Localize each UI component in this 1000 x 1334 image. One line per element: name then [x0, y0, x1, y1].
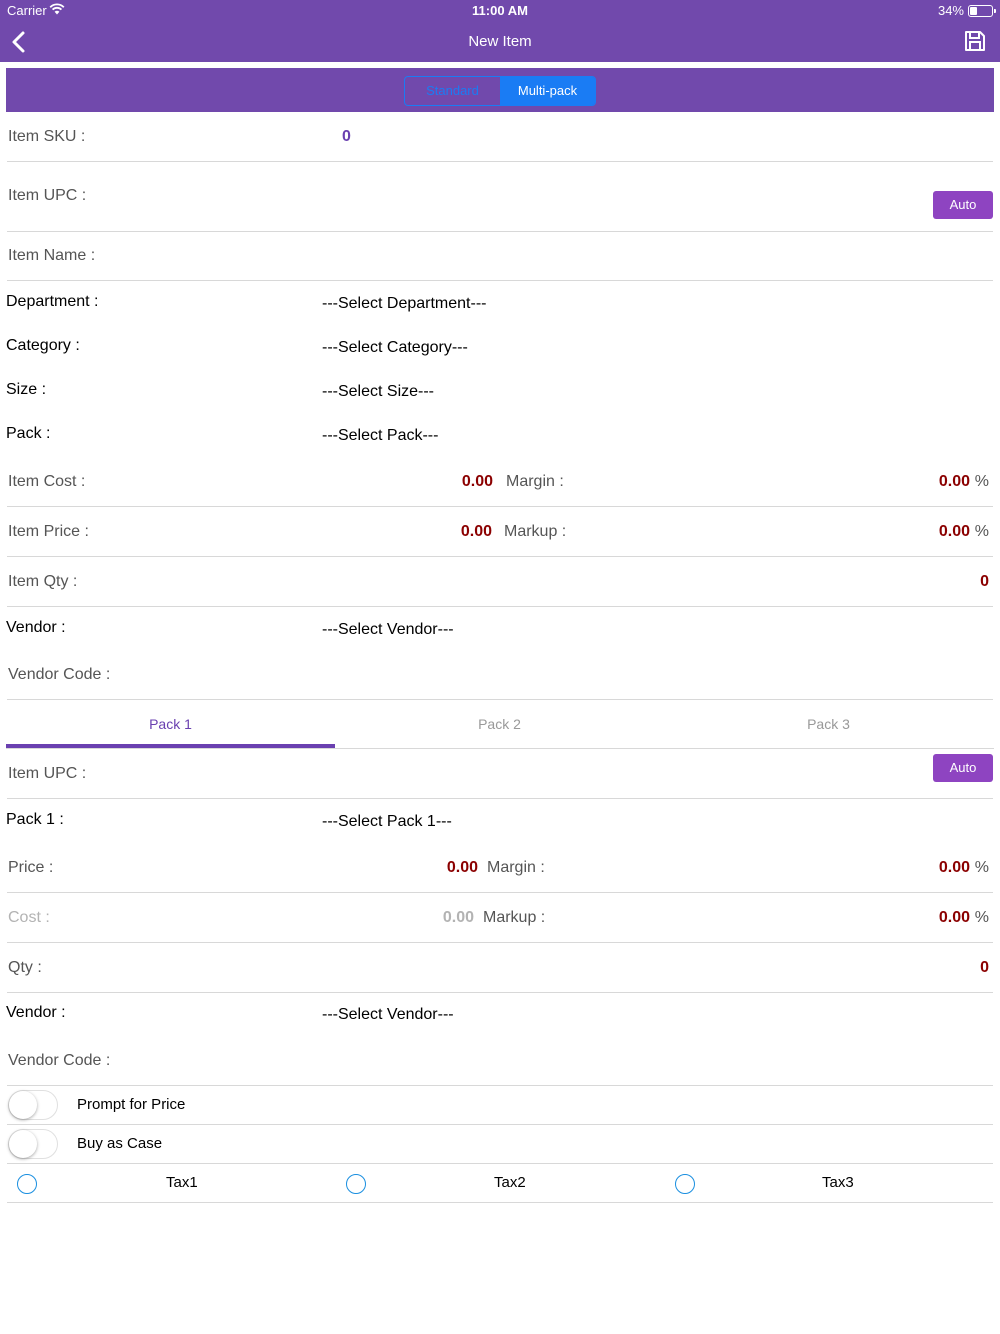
- pack-vendor-row[interactable]: Vendor : ---Select Vendor---: [6, 993, 993, 1037]
- tax1-label: Tax1: [166, 1174, 198, 1191]
- pack-markup-percent-sign: %: [974, 909, 989, 926]
- item-upc-auto-button[interactable]: Auto: [933, 191, 993, 219]
- department-select[interactable]: ---Select Department---: [322, 295, 486, 313]
- segment-bar: Standard Multi-pack: [6, 68, 994, 112]
- tax-row: Tax1 Tax2 Tax3: [7, 1164, 993, 1203]
- tab-indicator: [6, 744, 335, 748]
- item-sku-value: 0: [342, 128, 351, 145]
- item-upc-row[interactable]: Item UPC : Auto: [7, 162, 993, 232]
- tab-pack-2[interactable]: Pack 2: [335, 700, 664, 749]
- vendor-select[interactable]: ---Select Vendor---: [322, 621, 454, 639]
- pack-upc-label: Item UPC :: [8, 765, 87, 782]
- tax3-label: Tax3: [822, 1174, 854, 1191]
- item-name-label: Item Name :: [8, 247, 96, 264]
- segment-multipack[interactable]: Multi-pack: [500, 77, 595, 105]
- pack-price-label: Price :: [8, 859, 54, 876]
- prompt-price-row: Prompt for Price: [7, 1086, 993, 1125]
- item-qty-label: Item Qty :: [8, 573, 78, 590]
- segment-standard[interactable]: Standard: [405, 77, 500, 105]
- item-qty-value[interactable]: 0: [980, 573, 989, 591]
- pack1-label: Pack 1 :: [6, 811, 64, 828]
- pack-qty-row: Qty : 0: [7, 943, 993, 993]
- item-type-segment: Standard Multi-pack: [404, 76, 596, 106]
- tax2-label: Tax2: [494, 1174, 526, 1191]
- item-price-value[interactable]: 0.00: [461, 523, 492, 541]
- item-cost-row: Item Cost : 0.00 Margin : 0.00 %: [7, 457, 993, 507]
- floppy-disk-icon[interactable]: [963, 29, 987, 53]
- pack-vendor-label: Vendor :: [6, 1004, 66, 1021]
- prompt-price-toggle[interactable]: [8, 1090, 58, 1120]
- pack-markup-value[interactable]: 0.00: [939, 909, 970, 927]
- battery-percent: 34%: [937, 3, 964, 18]
- tab-pack-3[interactable]: Pack 3: [664, 700, 993, 749]
- markup-percent-sign: %: [974, 523, 989, 540]
- status-bar: Carrier 11:00 AM 34%: [0, 0, 1000, 22]
- vendor-code-row[interactable]: Vendor Code :: [7, 651, 993, 700]
- pack-row[interactable]: Pack : ---Select Pack---: [6, 413, 993, 457]
- item-cost-label: Item Cost :: [8, 473, 86, 490]
- pack-price-value[interactable]: 0.00: [447, 859, 478, 877]
- pack-price-row: Price : 0.00 Margin : 0.00 %: [7, 843, 993, 893]
- pack-upc-auto-button[interactable]: Auto: [933, 754, 993, 782]
- tab-pack-1[interactable]: Pack 1: [6, 700, 335, 749]
- pack1-row[interactable]: Pack 1 : ---Select Pack 1---: [6, 799, 993, 843]
- category-row[interactable]: Category : ---Select Category---: [6, 325, 993, 369]
- item-sku-row: Item SKU : 0: [7, 113, 993, 162]
- vendor-code-label: Vendor Code :: [8, 666, 111, 683]
- pack-qty-label: Qty :: [8, 959, 42, 976]
- battery-icon: [968, 5, 996, 17]
- item-upc-label: Item UPC :: [8, 187, 87, 204]
- clock: 11:00 AM: [472, 3, 528, 18]
- pack-label: Pack :: [6, 425, 51, 442]
- item-price-row: Item Price : 0.00 Markup : 0.00 %: [7, 507, 993, 557]
- nav-bar: New Item: [0, 22, 1000, 62]
- vendor-row[interactable]: Vendor : ---Select Vendor---: [6, 607, 993, 651]
- size-label: Size :: [6, 381, 47, 398]
- pack-qty-value[interactable]: 0: [980, 959, 989, 977]
- department-label: Department :: [6, 293, 99, 310]
- pack-vendor-code-label: Vendor Code :: [8, 1052, 111, 1069]
- size-row[interactable]: Size : ---Select Size---: [6, 369, 993, 413]
- pack-margin-percent-sign: %: [974, 859, 989, 876]
- pack-tabs: Pack 1 Pack 2 Pack 3: [6, 700, 994, 749]
- department-row[interactable]: Department : ---Select Department---: [6, 281, 993, 325]
- vendor-label: Vendor :: [6, 619, 66, 636]
- category-select[interactable]: ---Select Category---: [322, 339, 468, 357]
- pack1-select[interactable]: ---Select Pack 1---: [322, 813, 452, 831]
- item-name-row[interactable]: Item Name :: [7, 232, 993, 281]
- item-markup-label: Markup :: [504, 523, 567, 540]
- item-qty-row: Item Qty : 0: [7, 557, 993, 607]
- buy-as-case-row: Buy as Case: [7, 1125, 993, 1164]
- margin-percent-sign: %: [974, 473, 989, 490]
- item-sku-label: Item SKU :: [8, 128, 86, 145]
- item-price-label: Item Price :: [8, 523, 89, 540]
- buy-as-case-label: Buy as Case: [77, 1135, 163, 1152]
- category-label: Category :: [6, 337, 80, 354]
- pack-cost-value: 0.00: [442, 909, 474, 926]
- pack-markup-label: Markup :: [483, 909, 546, 926]
- pack-margin-label: Margin :: [487, 859, 545, 876]
- toggle-knob: [9, 1091, 37, 1119]
- prompt-price-label: Prompt for Price: [77, 1096, 186, 1113]
- toggle-knob: [9, 1130, 37, 1158]
- tax1-radio[interactable]: [17, 1174, 37, 1194]
- item-markup-value[interactable]: 0.00: [939, 523, 970, 541]
- pack-cost-row: Cost : 0.00 Markup : 0.00 %: [7, 893, 993, 943]
- item-margin-label: Margin :: [506, 473, 564, 490]
- item-margin-value[interactable]: 0.00: [939, 473, 970, 491]
- tax2-radio[interactable]: [346, 1174, 366, 1194]
- tax3-radio[interactable]: [675, 1174, 695, 1194]
- item-cost-value[interactable]: 0.00: [462, 473, 493, 491]
- page-title: New Item: [468, 33, 532, 50]
- pack-upc-row[interactable]: Item UPC : Auto: [7, 749, 993, 799]
- size-select[interactable]: ---Select Size---: [322, 383, 434, 401]
- pack-select[interactable]: ---Select Pack---: [322, 427, 438, 445]
- pack-margin-value[interactable]: 0.00: [939, 859, 970, 877]
- pack-vendor-code-row[interactable]: Vendor Code :: [7, 1037, 993, 1086]
- pack-vendor-select[interactable]: ---Select Vendor---: [322, 1006, 454, 1024]
- buy-as-case-toggle[interactable]: [8, 1129, 58, 1159]
- pack-cost-label: Cost :: [8, 909, 50, 926]
